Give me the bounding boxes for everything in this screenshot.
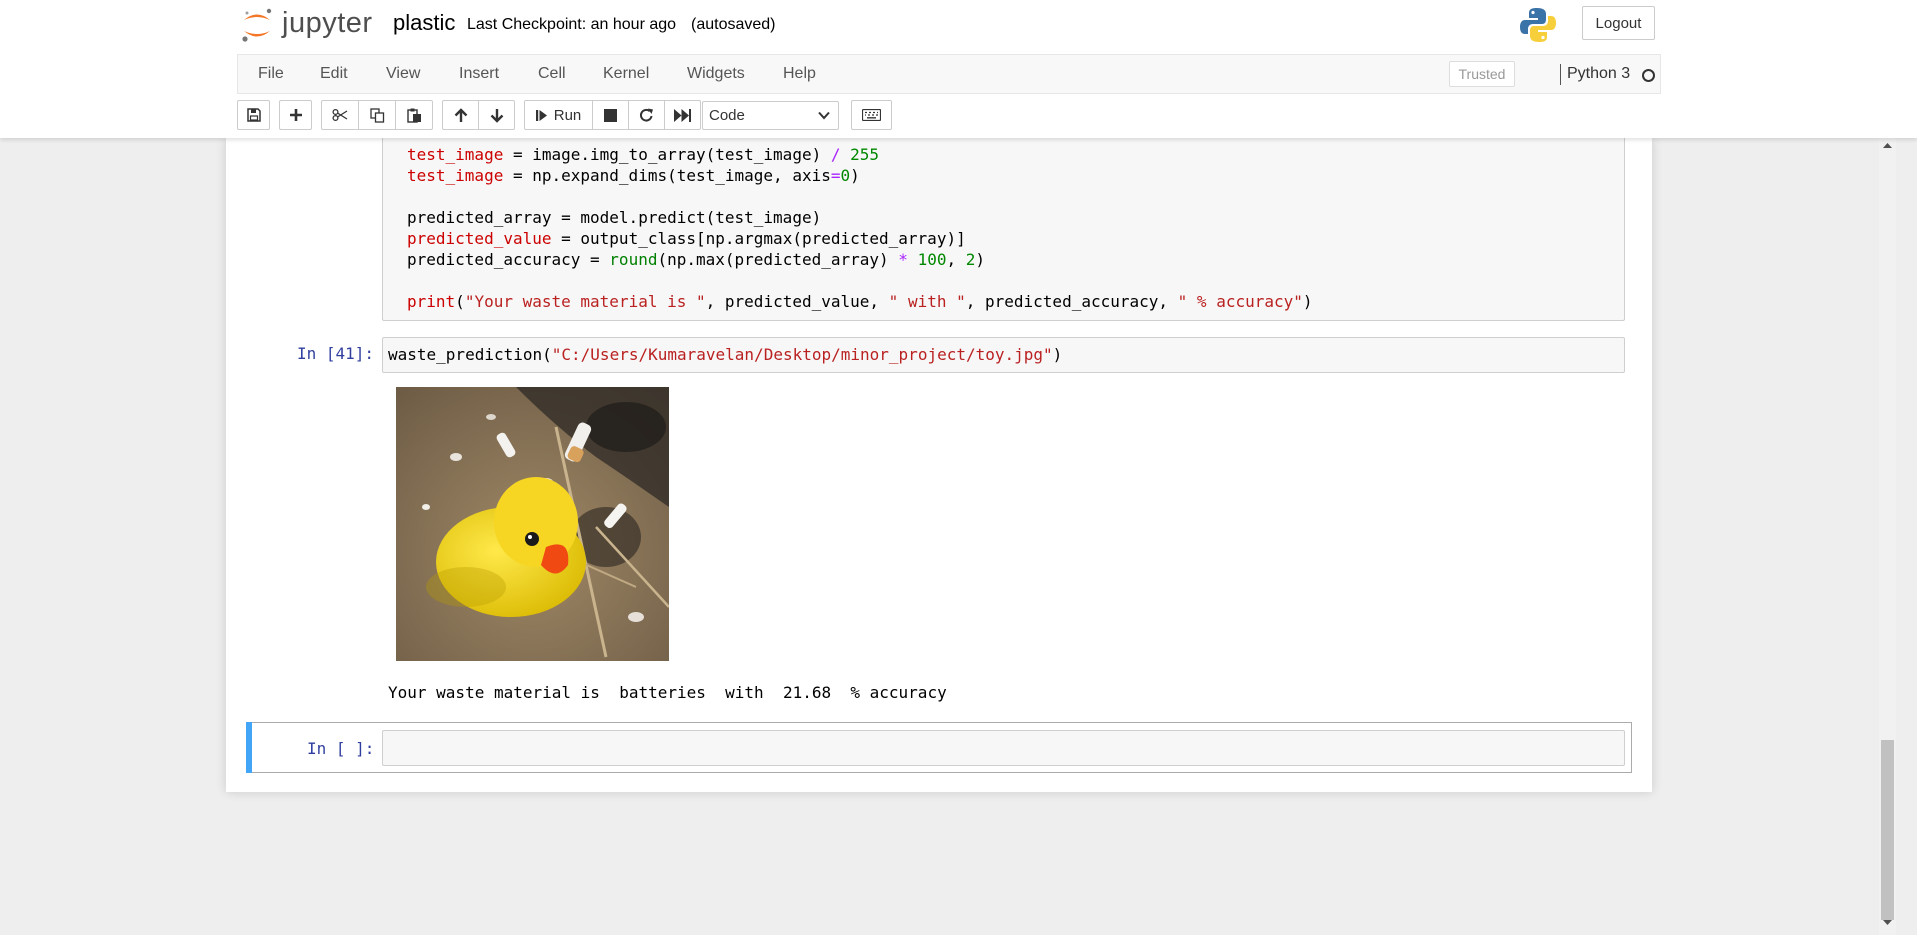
code-cell-editor[interactable]: test_image = image.img_to_array(test_ima…	[382, 134, 1625, 321]
checkpoint-status: Last Checkpoint: an hour ago	[467, 16, 677, 33]
restart-icon	[640, 108, 653, 122]
stop-icon	[604, 108, 617, 122]
chevron-down-icon	[818, 111, 830, 120]
run-label: Run	[553, 106, 582, 124]
selected-cell-indicator	[246, 722, 252, 773]
scrollbar-thumb[interactable]	[1881, 740, 1894, 920]
run-button[interactable]: Run	[524, 100, 593, 130]
empty-code-editor[interactable]	[382, 730, 1625, 766]
menu-widgets[interactable]: Widgets	[687, 65, 745, 83]
keyboard-icon	[862, 109, 881, 121]
move-down-button[interactable]	[478, 100, 515, 130]
code-function: waste_prediction(	[388, 345, 552, 364]
save-button[interactable]	[237, 100, 270, 130]
kernel-idle-icon	[1642, 69, 1655, 82]
output-text: Your waste material is batteries with 21…	[388, 683, 947, 702]
command-palette-button[interactable]	[851, 100, 892, 130]
autosave-status: (autosaved)	[691, 16, 776, 33]
jupyter-logo-icon	[242, 8, 272, 42]
copy-button[interactable]	[358, 100, 396, 130]
menu-view[interactable]: View	[386, 65, 420, 83]
interrupt-button[interactable]	[592, 100, 629, 130]
input-prompt: In [ ]:	[307, 739, 375, 758]
cell-type-select[interactable]: Code	[702, 101, 839, 130]
code-line: predicted_value = output_class[np.argmax…	[407, 229, 966, 248]
kernel-name[interactable]: Python 3	[1567, 65, 1630, 83]
menu-file[interactable]: File	[258, 65, 284, 83]
code-line: predicted_array = model.predict(test_ima…	[407, 208, 822, 227]
plus-icon	[289, 109, 302, 121]
output-image-duck	[396, 387, 669, 661]
notebook-header: jupyter plastic Last Checkpoint: an hour…	[0, 0, 1917, 138]
scroll-up-arrow-icon[interactable]	[1883, 142, 1892, 149]
code-line: predicted_accuracy = round(np.max(predic…	[407, 250, 986, 269]
code-line: test_image = image.img_to_array(test_ima…	[407, 145, 880, 164]
run-icon	[535, 109, 547, 121]
menu-kernel[interactable]: Kernel	[603, 65, 649, 83]
scroll-down-arrow-icon[interactable]	[1883, 919, 1892, 926]
menu-cell[interactable]: Cell	[538, 65, 566, 83]
paste-button[interactable]	[395, 100, 433, 130]
logo-text: jupyter	[282, 7, 373, 39]
menu-help[interactable]: Help	[783, 65, 816, 83]
jupyter-logo[interactable]: jupyter	[240, 4, 380, 44]
code-paren: )	[1052, 345, 1063, 364]
arrow-down-icon	[490, 108, 503, 123]
fast-forward-icon	[674, 108, 691, 122]
restart-run-all-button[interactable]	[664, 100, 701, 130]
code-string: "C:/Users/Kumaravelan/Desktop/minor_proj…	[551, 345, 1053, 364]
code-line: test_image = np.expand_dims(test_image, …	[407, 166, 860, 185]
duck-photo	[396, 387, 669, 661]
save-icon	[246, 108, 261, 122]
input-prompt: In [41]:	[297, 344, 375, 363]
notebook-name[interactable]: plastic	[393, 10, 455, 36]
code-line: print("Your waste material is ", predict…	[407, 292, 1313, 311]
menubar: File Edit View Insert Cell Kernel Widget…	[237, 54, 1661, 94]
cut-button[interactable]	[321, 100, 359, 130]
code-line: waste_prediction("C:/Users/Kumaravelan/D…	[388, 345, 1062, 365]
move-up-button[interactable]	[442, 100, 479, 130]
menu-insert[interactable]: Insert	[459, 65, 499, 83]
menu-edit[interactable]: Edit	[320, 65, 348, 83]
toolbar: Run Code	[237, 100, 1661, 132]
trusted-indicator[interactable]: Trusted	[1449, 61, 1515, 87]
arrow-up-icon	[454, 107, 467, 122]
kernel-separator	[1560, 64, 1561, 85]
copy-icon	[369, 107, 384, 123]
cell-type-value: Code	[709, 107, 745, 124]
cut-icon	[332, 108, 348, 122]
paste-icon	[406, 108, 421, 123]
logout-button[interactable]: Logout	[1582, 6, 1655, 40]
python-logo-icon	[1520, 8, 1556, 42]
code-cell-editor[interactable]: waste_prediction("C:/Users/Kumaravelan/D…	[382, 337, 1625, 373]
insert-cell-button[interactable]	[279, 100, 312, 130]
restart-button[interactable]	[628, 100, 665, 130]
